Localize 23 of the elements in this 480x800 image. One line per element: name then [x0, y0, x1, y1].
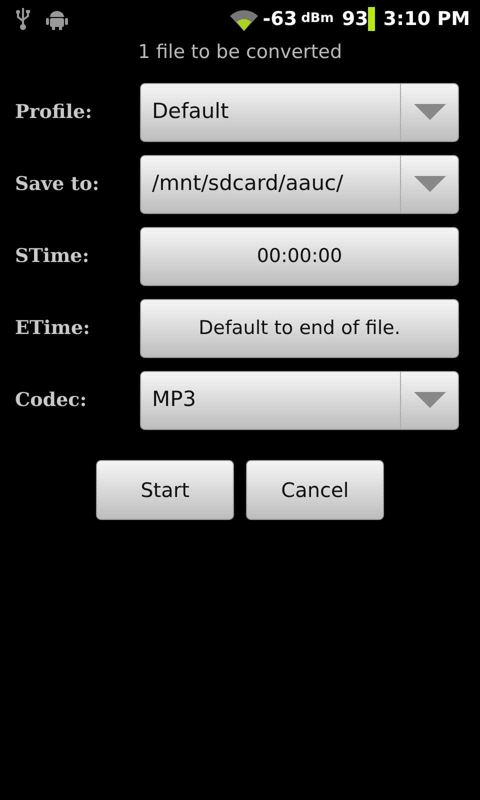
- field-label: Codec:: [15, 388, 88, 413]
- dropdown-arrow-icon: [414, 104, 446, 120]
- android-icon: [46, 8, 68, 30]
- clock: 3:10 PM: [383, 6, 470, 32]
- dropdown[interactable]: Default: [140, 82, 459, 142]
- dropdown[interactable]: MP3: [140, 370, 459, 430]
- field-label: Save to:: [15, 172, 100, 197]
- battery-icon: [368, 7, 376, 31]
- field-label: Profile:: [15, 100, 94, 125]
- dropdown-arrow-icon: [414, 176, 446, 192]
- field-label: STime:: [15, 244, 90, 269]
- time-button[interactable]: 00:00:00: [140, 226, 459, 286]
- dropdown-arrow-icon: [414, 392, 446, 408]
- battery-percent: 93: [342, 6, 368, 32]
- field-label: ETime:: [15, 316, 92, 341]
- dropdown[interactable]: /mnt/sdcard/aauc/: [140, 154, 459, 214]
- signal-unit: dBm: [301, 10, 334, 28]
- time-button[interactable]: Default to end of file.: [140, 298, 459, 358]
- action-button[interactable]: Cancel: [246, 460, 384, 520]
- file-count-text: 1 file to be converted: [136, 40, 344, 65]
- action-button[interactable]: Start: [96, 460, 234, 520]
- usb-icon: [16, 7, 30, 31]
- signal-strength: -63: [262, 6, 298, 32]
